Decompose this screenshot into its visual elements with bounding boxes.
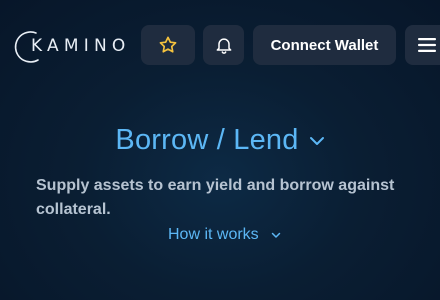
notifications-button[interactable] [203,25,244,65]
how-it-works-label: How it works [168,226,259,243]
chevron-down-icon [271,232,280,238]
top-nav: KAMINO Connect Wallet [0,0,440,90]
menu-button[interactable] [405,25,440,65]
star-icon [159,36,177,53]
page-title: Borrow / Lend [115,124,299,156]
kamino-logo[interactable]: KAMINO [10,27,132,63]
page-title-dropdown[interactable]: Borrow / Lend [0,124,440,157]
page-description: Supply assets to earn yield and borrow a… [36,177,395,218]
bell-icon [216,38,231,54]
hamburger-menu-icon [418,38,436,52]
favorites-button[interactable] [141,25,195,65]
logo-text: KAMINO [31,36,131,56]
connect-wallet-button[interactable]: Connect Wallet [253,25,396,65]
chevron-down-icon [309,136,324,145]
how-it-works-link[interactable]: How it works [168,226,281,244]
